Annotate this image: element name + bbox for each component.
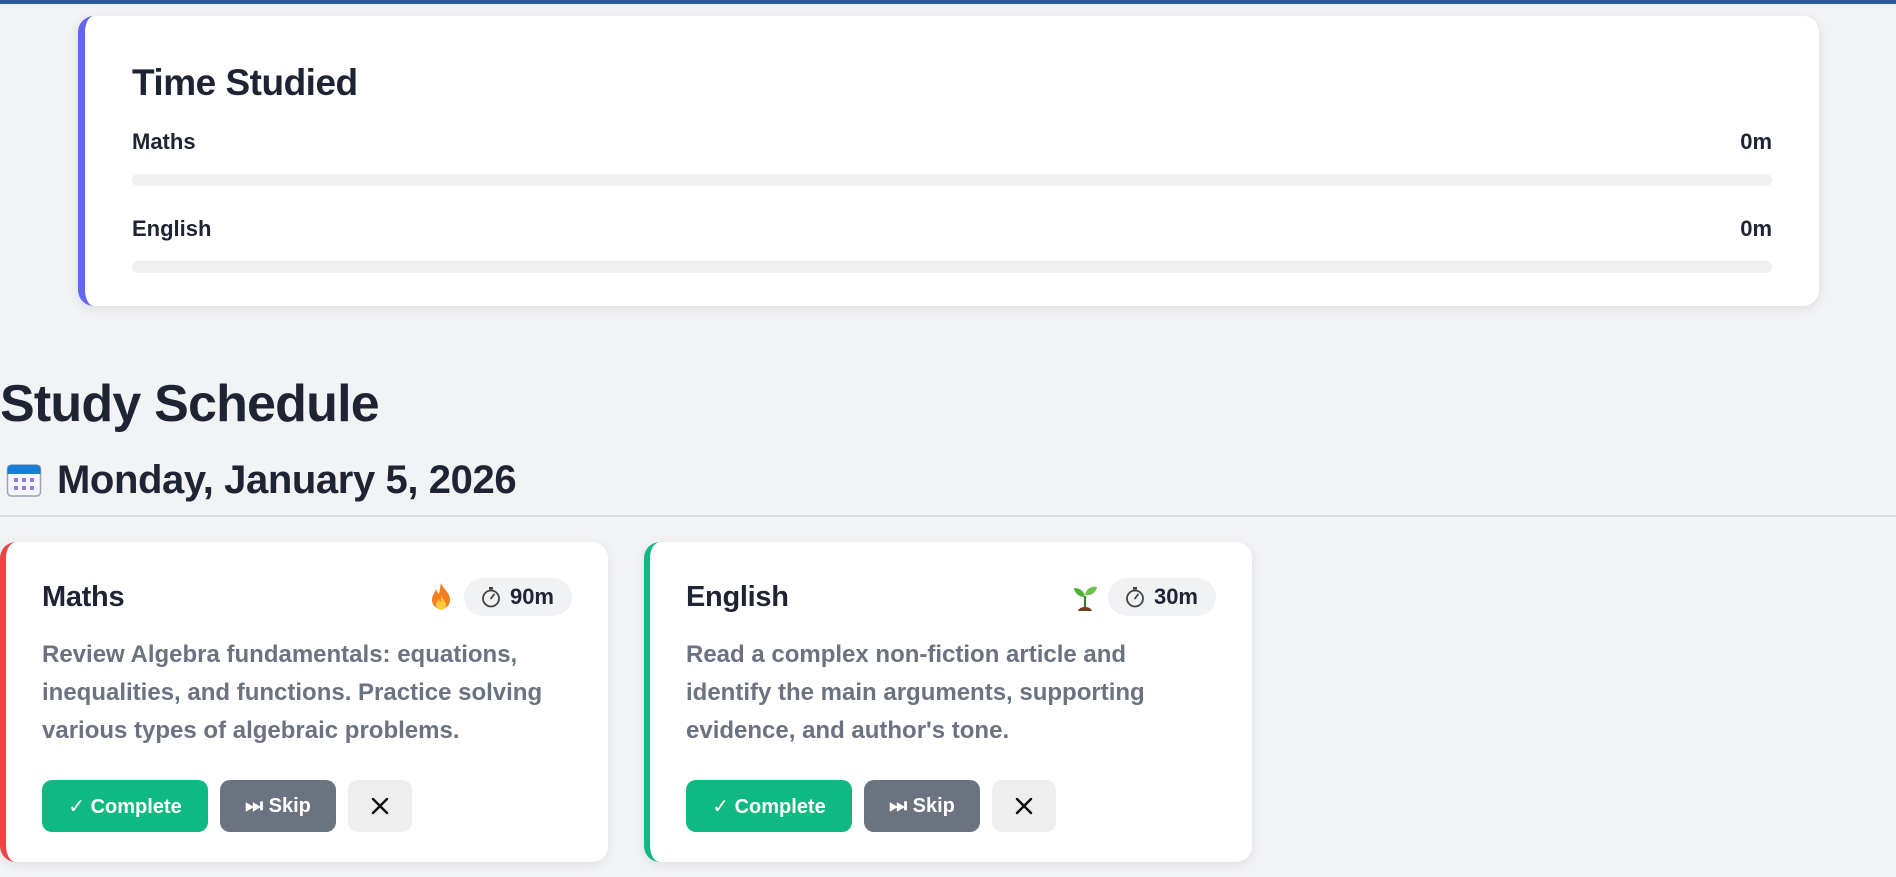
duration-text: 30m bbox=[1153, 584, 1198, 609]
task-subject: English bbox=[686, 580, 789, 613]
time-studied-card: Time Studied Maths 0m English 0m bbox=[78, 16, 1819, 306]
task-card-english: English 30m Read a complex non-fiction a… bbox=[644, 542, 1252, 862]
subject-progress-maths: Maths 0m bbox=[132, 129, 1772, 186]
time-studied-title: Time Studied bbox=[132, 62, 358, 103]
remove-button[interactable] bbox=[348, 780, 412, 832]
duration-badge: 30m bbox=[1107, 578, 1216, 616]
complete-button[interactable]: ✓ Complete bbox=[686, 780, 852, 832]
task-subject: Maths bbox=[42, 580, 125, 613]
stopwatch-icon bbox=[1124, 586, 1146, 608]
subject-name: English bbox=[132, 216, 212, 241]
fire-icon bbox=[428, 582, 454, 612]
seedling-icon bbox=[1072, 582, 1098, 612]
complete-button[interactable]: ✓ Complete bbox=[42, 780, 208, 832]
subject-name: Maths bbox=[132, 129, 196, 154]
subject-time: 0m bbox=[1740, 216, 1772, 241]
close-icon bbox=[1015, 797, 1033, 815]
date-text: Monday, January 5, 2026 bbox=[57, 458, 517, 502]
calendar-icon bbox=[6, 462, 42, 498]
subject-time: 0m bbox=[1740, 129, 1772, 154]
task-description: Read a complex non-fiction article and i… bbox=[686, 641, 1145, 744]
skip-button[interactable]: ⏭ Skip bbox=[220, 780, 336, 832]
subject-progress-english: English 0m bbox=[132, 216, 1772, 273]
duration-text: 90m bbox=[509, 584, 554, 609]
task-description: Review Algebra fundamentals: equations, … bbox=[42, 641, 543, 744]
header-bar bbox=[0, 0, 1896, 4]
progress-track bbox=[132, 174, 1772, 186]
close-icon bbox=[371, 797, 389, 815]
skip-button[interactable]: ⏭ Skip bbox=[864, 780, 980, 832]
progress-track bbox=[132, 261, 1772, 273]
divider bbox=[0, 515, 1896, 517]
task-card-maths: Maths 90m Review Algebra fundamentals: e… bbox=[0, 542, 608, 862]
remove-button[interactable] bbox=[992, 780, 1056, 832]
stopwatch-icon bbox=[480, 586, 502, 608]
date-heading: Monday, January 5, 2026 bbox=[6, 458, 517, 502]
schedule-title: Study Schedule bbox=[0, 375, 380, 433]
duration-badge: 90m bbox=[463, 578, 572, 616]
